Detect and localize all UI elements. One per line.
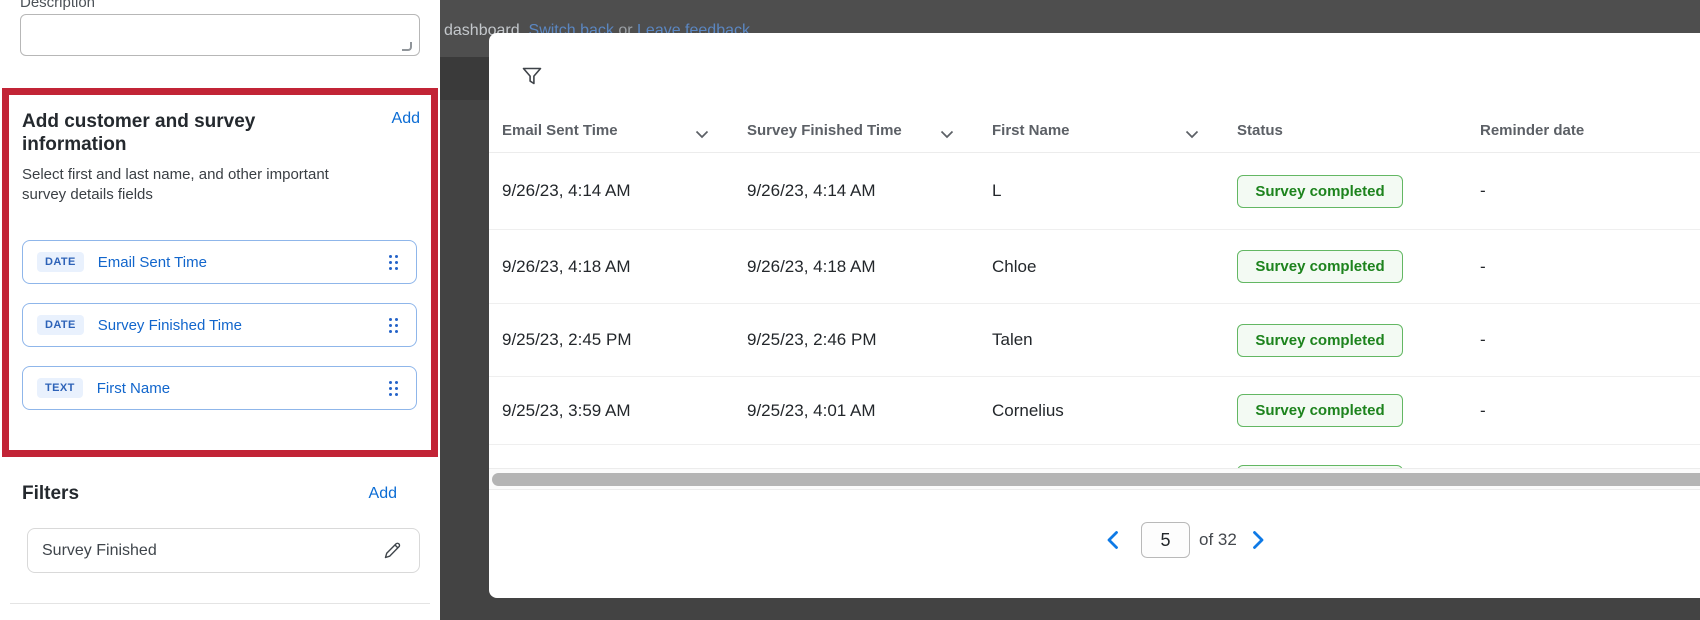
filter-funnel-button[interactable] <box>517 61 547 91</box>
sidebar-divider <box>10 603 430 604</box>
edit-filter-button[interactable] <box>382 540 403 561</box>
pagination: of 32 <box>1106 522 1265 558</box>
filter-item-survey-finished: Survey Finished <box>27 528 420 573</box>
chevron-left-icon <box>1106 530 1119 550</box>
cell-email-sent: 9/25/23, 3:59 AM <box>502 401 747 421</box>
field-chip-label: First Name <box>97 380 170 397</box>
description-label: Description <box>20 0 95 11</box>
horizontal-scrollbar-track <box>489 468 1700 490</box>
cell-first-name: Cornelius <box>992 401 1237 421</box>
status-badge: Survey completed <box>1237 250 1403 283</box>
field-chip-first-name[interactable]: TEXT First Name <box>22 366 417 410</box>
customer-survey-info-section: Add customer and survey information Add … <box>2 88 438 457</box>
cell-reminder-date: - <box>1480 330 1700 350</box>
table-row: 9/26/23, 4:18 AM 9/26/23, 4:18 AM Chloe … <box>489 230 1700 304</box>
filters-section-title: Filters <box>22 483 79 505</box>
next-page-button[interactable] <box>1252 530 1265 550</box>
column-header-status: Status <box>1237 122 1480 139</box>
data-preview-modal: Email Sent Time Survey Finished Time Fir… <box>489 33 1700 598</box>
field-type-badge: DATE <box>37 252 84 272</box>
cell-survey-finished: 9/25/23, 2:46 PM <box>747 330 992 350</box>
cell-email-sent: 9/25/23, 2:45 PM <box>502 330 747 350</box>
filter-item-label: Survey Finished <box>42 542 157 560</box>
column-header-reminder-date: Reminder date <box>1480 122 1700 139</box>
cell-reminder-date: - <box>1480 181 1700 201</box>
field-chip-label: Email Sent Time <box>98 254 207 271</box>
textarea-resize-grip-icon[interactable] <box>402 42 412 51</box>
column-header-survey-finished-time[interactable]: Survey Finished Time <box>747 122 992 139</box>
cell-reminder-date: - <box>1480 257 1700 277</box>
chevron-down-icon[interactable] <box>1185 126 1199 143</box>
pencil-icon <box>382 540 403 561</box>
funnel-icon <box>522 67 542 86</box>
table-row: 9/25/23, 3:59 AM 9/25/23, 4:01 AM Cornel… <box>489 377 1700 445</box>
add-filter-button[interactable]: Add <box>369 485 397 503</box>
section-title: Add customer and survey information <box>22 110 284 156</box>
table-row: 9/26/23, 4:14 AM 9/26/23, 4:14 AM L Surv… <box>489 153 1700 230</box>
cell-reminder-date: - <box>1480 401 1700 421</box>
column-header-email-sent-time[interactable]: Email Sent Time <box>502 122 747 139</box>
cell-email-sent: 9/26/23, 4:14 AM <box>502 181 747 201</box>
drag-handle-icon[interactable] <box>388 380 400 396</box>
chevron-down-icon[interactable] <box>695 126 709 143</box>
cell-first-name: Chloe <box>992 257 1237 277</box>
table-row-partial: Survey completed <box>489 445 1700 468</box>
section-subtitle: Select first and last name, and other im… <box>22 165 374 206</box>
page-count-label: of 32 <box>1199 530 1237 550</box>
page-number-input[interactable] <box>1141 522 1190 558</box>
previous-page-button[interactable] <box>1106 530 1119 550</box>
cell-first-name: Talen <box>992 330 1237 350</box>
drag-handle-icon[interactable] <box>388 317 400 333</box>
table-row: 9/25/23, 2:45 PM 9/25/23, 2:46 PM Talen … <box>489 304 1700 377</box>
status-badge: Survey completed <box>1237 324 1403 357</box>
column-header-first-name[interactable]: First Name <box>992 122 1237 139</box>
chevron-down-icon[interactable] <box>940 126 954 143</box>
settings-sidebar: Description Add customer and survey info… <box>0 0 440 620</box>
status-badge: Survey completed <box>1237 175 1403 208</box>
cell-email-sent: 9/26/23, 4:18 AM <box>502 257 747 277</box>
drag-handle-icon[interactable] <box>388 254 400 270</box>
description-input[interactable] <box>20 14 420 56</box>
add-field-button[interactable]: Add <box>392 110 420 156</box>
field-type-badge: DATE <box>37 315 84 335</box>
cell-survey-finished: 9/26/23, 4:14 AM <box>747 181 992 201</box>
cell-survey-finished: 9/25/23, 4:01 AM <box>747 401 992 421</box>
status-badge: Survey completed <box>1237 394 1403 427</box>
chevron-right-icon <box>1252 530 1265 550</box>
cell-first-name: L <box>992 181 1237 201</box>
field-chip-survey-finished-time[interactable]: DATE Survey Finished Time <box>22 303 417 347</box>
horizontal-scrollbar-thumb[interactable] <box>492 473 1700 486</box>
field-chip-label: Survey Finished Time <box>98 317 242 334</box>
table-header-row: Email Sent Time Survey Finished Time Fir… <box>489 109 1700 153</box>
field-type-badge: TEXT <box>37 378 83 398</box>
field-chip-email-sent-time[interactable]: DATE Email Sent Time <box>22 240 417 284</box>
cell-survey-finished: 9/26/23, 4:18 AM <box>747 257 992 277</box>
